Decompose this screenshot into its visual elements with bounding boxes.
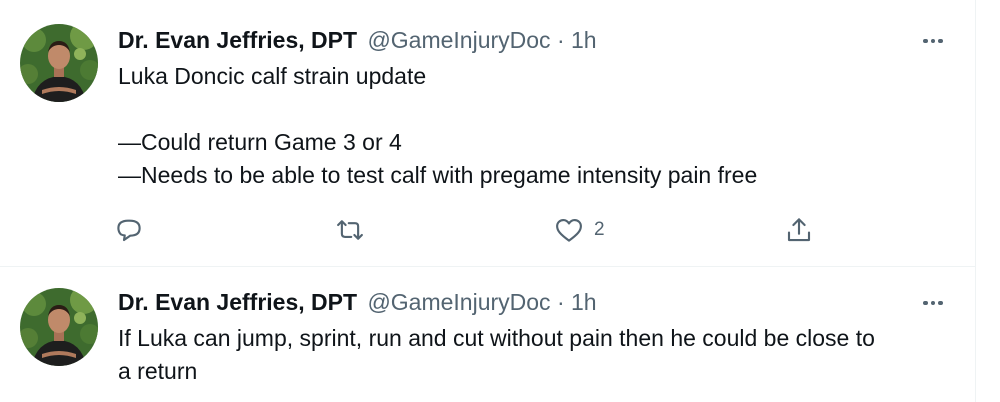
tweet-line: If Luka can jump, sprint, run and cut wi…: [118, 325, 875, 351]
tweet-actions: 2: [104, 210, 844, 250]
more-options-icon[interactable]: [918, 288, 948, 318]
author-name[interactable]: Dr. Evan Jeffries, DPT: [118, 289, 357, 315]
retweet-button[interactable]: [334, 210, 366, 250]
timestamp[interactable]: 1h: [571, 27, 597, 53]
tweet[interactable]: Dr. Evan Jeffries, DPT @GameInjuryDoc · …: [0, 0, 976, 267]
avatar[interactable]: [20, 288, 98, 366]
share-icon: [784, 215, 814, 245]
more-options-icon[interactable]: [918, 26, 948, 56]
like-icon: [554, 215, 584, 245]
reply-button[interactable]: [114, 210, 144, 250]
tweet-line: a return: [118, 358, 198, 384]
tweet-header: Dr. Evan Jeffries, DPT @GameInjuryDoc · …: [118, 25, 946, 55]
reply-icon: [114, 215, 144, 245]
timeline: Dr. Evan Jeffries, DPT @GameInjuryDoc · …: [0, 0, 976, 402]
tweet-line: —Could return Game 3 or 4: [118, 129, 402, 155]
separator: ·: [556, 289, 565, 315]
tweet-text: If Luka can jump, sprint, run and cut wi…: [118, 322, 958, 388]
timestamp[interactable]: 1h: [571, 289, 597, 315]
separator: ·: [556, 27, 565, 53]
tweet-text: Luka Doncic calf strain update —Could re…: [118, 60, 958, 192]
author-handle[interactable]: @GameInjuryDoc: [367, 289, 550, 315]
tweet-line: Luka Doncic calf strain update: [118, 63, 427, 89]
author-name[interactable]: Dr. Evan Jeffries, DPT: [118, 27, 357, 53]
avatar[interactable]: [20, 24, 98, 102]
author-handle[interactable]: @GameInjuryDoc: [367, 27, 550, 53]
like-count: 2: [594, 219, 605, 240]
tweet[interactable]: Dr. Evan Jeffries, DPT @GameInjuryDoc · …: [0, 266, 976, 402]
tweet-header: Dr. Evan Jeffries, DPT @GameInjuryDoc · …: [118, 287, 946, 317]
like-button[interactable]: 2: [554, 210, 605, 250]
retweet-icon: [334, 215, 366, 245]
tweet-line: —Needs to be able to test calf with preg…: [118, 162, 758, 188]
share-button[interactable]: [784, 210, 814, 250]
